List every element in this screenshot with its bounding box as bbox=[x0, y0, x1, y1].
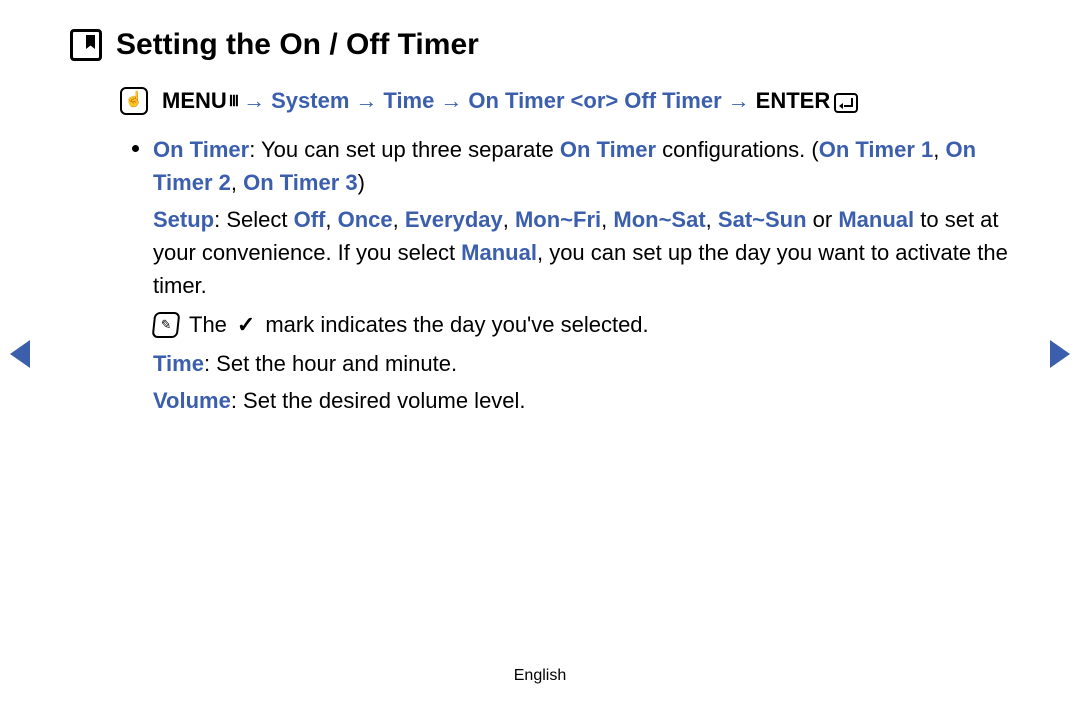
page-title: Setting the On / Off Timer bbox=[116, 28, 479, 62]
on-timer-paragraph: On Timer: You can set up three separate … bbox=[153, 133, 1010, 199]
path-on-timer: On Timer bbox=[468, 84, 564, 117]
note-row: ✎ The ✓ mark indicates the day you've se… bbox=[153, 308, 1010, 341]
enter-text: ENTER bbox=[756, 84, 831, 117]
setup-paragraph: Setup: Select Off, Once, Everyday, Mon~F… bbox=[153, 203, 1010, 302]
sep: , bbox=[231, 170, 243, 195]
sep: , bbox=[933, 137, 945, 162]
path-off-timer: Off Timer bbox=[624, 84, 721, 117]
arrow-icon: → bbox=[243, 84, 265, 117]
volume-paragraph: Volume: Set the desired volume level. bbox=[153, 384, 1010, 417]
text: : You can set up three separate bbox=[249, 137, 560, 162]
note-post: mark indicates the day you've selected. bbox=[265, 308, 648, 341]
text: : Set the hour and minute. bbox=[204, 351, 457, 376]
enter-glyph-icon bbox=[834, 93, 858, 113]
opt-once: Once bbox=[338, 207, 393, 232]
highlight-on-timer: On Timer bbox=[560, 137, 656, 162]
sep: , bbox=[601, 207, 613, 232]
opt-satsun: Sat~Sun bbox=[718, 207, 807, 232]
bullet-dot-icon bbox=[132, 145, 139, 152]
arrow-icon: → bbox=[440, 84, 462, 117]
enter-button-label: ENTER bbox=[756, 84, 859, 117]
body-content: ☝ MENUⅢ → System → Time → On Timer <or> … bbox=[70, 84, 1010, 421]
arrow-icon: → bbox=[728, 84, 750, 117]
note-pre: The bbox=[189, 308, 227, 341]
next-page-arrow-icon[interactable] bbox=[1050, 340, 1070, 368]
label-volume: Volume bbox=[153, 388, 231, 413]
sep: , bbox=[325, 207, 337, 232]
cfg-on-timer-1: On Timer 1 bbox=[819, 137, 934, 162]
path-or: <or> bbox=[571, 84, 619, 117]
cfg-on-timer-3: On Timer 3 bbox=[243, 170, 358, 195]
menu-text: MENU bbox=[162, 84, 227, 117]
label-time: Time bbox=[153, 351, 204, 376]
or: or bbox=[807, 207, 839, 232]
sep: , bbox=[706, 207, 718, 232]
opt-manual: Manual bbox=[838, 207, 914, 232]
title-row: Setting the On / Off Timer bbox=[70, 28, 1010, 62]
text: : Set the desired volume level. bbox=[231, 388, 526, 413]
path-system: System bbox=[271, 84, 349, 117]
note-icon: ✎ bbox=[152, 312, 181, 338]
footer-language: English bbox=[0, 667, 1080, 685]
path-time: Time bbox=[383, 84, 434, 117]
opt-monfri: Mon~Fri bbox=[515, 207, 601, 232]
bullet-item: On Timer: You can set up three separate … bbox=[120, 133, 1010, 421]
arrow-icon: → bbox=[355, 84, 377, 117]
menu-glyph-icon: Ⅲ bbox=[229, 94, 237, 109]
label-setup: Setup bbox=[153, 207, 214, 232]
text: : Select bbox=[214, 207, 293, 232]
check-icon: ✓ bbox=[237, 308, 255, 341]
menu-path: ☝ MENUⅢ → System → Time → On Timer <or> … bbox=[120, 84, 1010, 117]
opt-off: Off bbox=[294, 207, 326, 232]
opt-monsat: Mon~Sat bbox=[613, 207, 705, 232]
bookmark-icon bbox=[70, 29, 102, 61]
prev-page-arrow-icon[interactable] bbox=[10, 340, 30, 368]
label-on-timer: On Timer bbox=[153, 137, 249, 162]
text: configurations. ( bbox=[656, 137, 819, 162]
opt-manual-2: Manual bbox=[461, 240, 537, 265]
sep: , bbox=[393, 207, 405, 232]
bullet-content: On Timer: You can set up three separate … bbox=[153, 133, 1010, 421]
hand-icon: ☝ bbox=[120, 87, 148, 115]
time-paragraph: Time: Set the hour and minute. bbox=[153, 347, 1010, 380]
sep: , bbox=[503, 207, 515, 232]
close: ) bbox=[358, 170, 365, 195]
menu-button-label: MENUⅢ bbox=[162, 84, 237, 117]
manual-page: Setting the On / Off Timer ☝ MENUⅢ → Sys… bbox=[0, 0, 1080, 705]
opt-everyday: Everyday bbox=[405, 207, 503, 232]
